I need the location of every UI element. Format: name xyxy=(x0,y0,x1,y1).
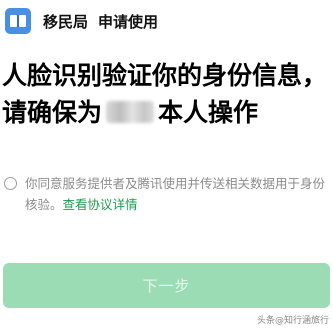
consent-radio[interactable] xyxy=(4,177,17,190)
consent-row[interactable]: 你同意服务提供者及腾讯使用并传送相关数据用于身份核验。查看协议详情 xyxy=(4,173,329,215)
book-icon-glyph xyxy=(10,15,26,27)
agreement-link[interactable]: 查看协议详情 xyxy=(63,197,138,212)
app-name: 移民局 xyxy=(43,12,89,31)
consent-text-block: 你同意服务提供者及腾讯使用并传送相关数据用于身份核验。查看协议详情 xyxy=(25,173,325,215)
face-verification-page: 移民局 申请使用 人脸识别验证你的身份信息，请确保为 本人操作 你同意服务提供者及… xyxy=(0,0,333,328)
title-suffix: 本人操作 xyxy=(158,98,259,127)
watermark: 头条@知行涵旅行 xyxy=(256,316,329,326)
app-header: 移民局 申请使用 xyxy=(0,8,158,34)
page-title: 人脸识别验证你的身份信息，请确保为 本人操作 xyxy=(2,57,333,131)
book-icon xyxy=(5,8,31,34)
next-button[interactable]: 下一步 xyxy=(3,263,330,308)
next-button-label: 下一步 xyxy=(142,277,191,295)
masked-name xyxy=(106,101,155,123)
request-text: 申请使用 xyxy=(98,12,159,31)
